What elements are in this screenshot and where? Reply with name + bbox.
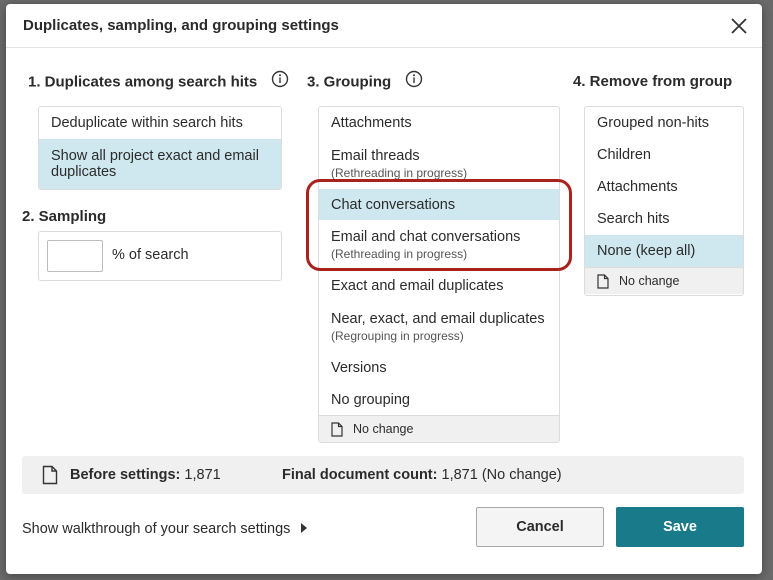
before-settings-label: Before settings: (70, 467, 181, 483)
grouping-option-exact-email-duplicates[interactable]: Exact and email duplicates (319, 270, 559, 302)
duplicates-section-title: 1. Duplicates among search hits (28, 70, 289, 92)
duplicates-list: Deduplicate within search hits Show all … (38, 106, 282, 190)
option-sublabel: (Regrouping in progress) (331, 329, 464, 343)
option-label: Versions (331, 360, 387, 376)
info-icon[interactable] (271, 70, 289, 92)
close-button[interactable] (726, 13, 752, 39)
info-icon[interactable] (405, 70, 423, 92)
triangle-right-icon (301, 523, 308, 534)
option-label: Grouped non-hits (597, 115, 710, 131)
option-label: No grouping (331, 391, 410, 408)
grouping-option-chat-conversations[interactable]: Chat conversations (319, 189, 559, 220)
remove-footer-text: No change (619, 274, 680, 288)
sampling-label: % of search (112, 247, 189, 263)
option-sublabel: (Rethreading in progress) (331, 247, 468, 261)
cancel-button[interactable]: Cancel (476, 507, 604, 547)
option-sublabel: (Rethreading in progress) (331, 166, 468, 180)
grouping-footer-text: No change (353, 422, 414, 436)
remove-option-children[interactable]: Children (585, 139, 743, 171)
walkthrough-link[interactable]: Show walkthrough of your search settings (22, 521, 308, 537)
grouping-option-versions[interactable]: Versions (319, 352, 559, 384)
remove-section-title: 4. Remove from group (573, 73, 733, 90)
document-icon (597, 273, 609, 289)
remove-option-attachments[interactable]: Attachments (585, 171, 743, 203)
duplicates-option-deduplicate[interactable]: Deduplicate within search hits (39, 107, 281, 139)
grouping-option-attachments[interactable]: Attachments (319, 107, 559, 139)
document-icon (42, 465, 58, 485)
remove-footer: No change (585, 267, 743, 294)
walkthrough-text: Show walkthrough of your search settings (22, 521, 291, 537)
sampling-box: % of search (38, 231, 282, 281)
settings-dialog: Duplicates, sampling, and grouping setti… (6, 4, 762, 574)
sampling-percent-input[interactable] (47, 240, 103, 272)
before-settings: Before settings: 1,871 (70, 467, 221, 483)
option-label: Email and chat conversations (331, 229, 521, 245)
remove-option-none[interactable]: None (keep all) (585, 235, 743, 267)
option-label: Deduplicate within search hits (51, 115, 243, 131)
grouping-list: Attachments Email threads (Rethreading i… (318, 106, 560, 443)
grouping-section-title: 3. Grouping (307, 70, 423, 92)
option-label: Children (597, 147, 651, 163)
option-label: Chat conversations (331, 196, 456, 213)
final-count-label: Final document count: (282, 467, 438, 483)
option-label: Attachments (331, 115, 412, 131)
sampling-section-title: 2. Sampling (22, 208, 107, 225)
duplicates-title-text: 1. Duplicates among search hits (28, 73, 258, 91)
option-label: None (keep all) (597, 243, 696, 259)
document-icon (331, 421, 343, 437)
grouping-option-near-exact-email-duplicates[interactable]: Near, exact, and email duplicates (Regro… (319, 302, 559, 352)
option-label: Email threads (331, 148, 420, 164)
save-button[interactable]: Save (616, 507, 744, 547)
grouping-footer: No change (319, 415, 559, 442)
summary-bar: Before settings: 1,871 Final document co… (22, 456, 744, 494)
grouping-option-email-threads[interactable]: Email threads (Rethreading in progress) (319, 139, 559, 189)
final-document-count: Final document count: 1,871 (No change) (282, 467, 562, 483)
option-label: Attachments (597, 179, 678, 195)
dialog-header: Duplicates, sampling, and grouping setti… (6, 4, 762, 48)
close-icon (731, 18, 747, 34)
before-settings-value: 1,871 (184, 467, 221, 483)
grouping-option-no-grouping[interactable]: No grouping (319, 384, 559, 415)
remove-option-grouped-non-hits[interactable]: Grouped non-hits (585, 107, 743, 139)
option-label: Exact and email duplicates (331, 278, 504, 294)
option-label: Show all project exact and email duplica… (51, 148, 259, 180)
final-count-value: 1,871 (No change) (441, 467, 562, 483)
grouping-option-email-and-chat[interactable]: Email and chat conversations (Rethreadin… (319, 220, 559, 270)
dialog-title: Duplicates, sampling, and grouping setti… (23, 17, 339, 34)
remove-option-search-hits[interactable]: Search hits (585, 203, 743, 235)
duplicates-option-show-all[interactable]: Show all project exact and email duplica… (39, 139, 281, 189)
option-label: Search hits (597, 211, 670, 227)
remove-list: Grouped non-hits Children Attachments Se… (584, 106, 744, 296)
grouping-title-text: 3. Grouping (307, 73, 392, 91)
option-label: Near, exact, and email duplicates (331, 311, 545, 327)
